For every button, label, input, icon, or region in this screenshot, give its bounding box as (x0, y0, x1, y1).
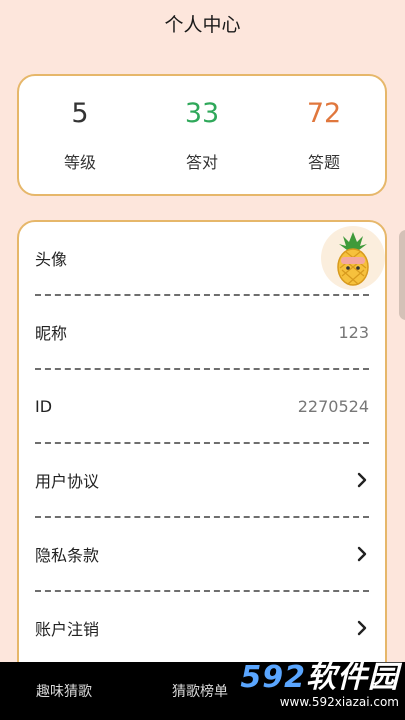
id-value: 2270524 (297, 396, 369, 416)
privacy-policy-label: 隐私条款 (35, 546, 100, 565)
stat-correct: 33 答对 (147, 97, 257, 173)
page-title: 个人中心 (0, 0, 405, 46)
avatar-row[interactable]: 头像 (35, 222, 385, 296)
stat-level-value: 5 (71, 98, 89, 129)
profile-card: 头像 昵称 123 ID 2270524 用户协议 隐私条款 账户注销 (17, 220, 387, 690)
chevron-right-icon (355, 620, 369, 636)
watermark-logo: 592软件园 www.592xiazai.com (199, 660, 399, 712)
watermark-number: 592 (240, 660, 306, 695)
account-cancel-row[interactable]: 账户注销 (35, 592, 369, 666)
nickname-value: 123 (338, 322, 369, 342)
user-agreement-label: 用户协议 (35, 472, 100, 491)
avatar[interactable] (321, 226, 385, 290)
chevron-right-icon (355, 472, 369, 488)
stat-answered-value: 72 (306, 98, 342, 129)
stat-level: 5 等级 (25, 97, 135, 173)
watermark-text: 软件园 (306, 660, 399, 695)
nickname-row[interactable]: 昵称 123 (35, 296, 369, 370)
stat-correct-value: 33 (184, 98, 220, 129)
stat-level-label: 等级 (63, 153, 96, 172)
scroll-handle (399, 230, 405, 320)
stats-card: 5 等级 33 答对 72 答题 (17, 74, 387, 196)
account-cancel-label: 账户注销 (35, 620, 100, 639)
watermark-brand: 592软件园 (240, 663, 399, 693)
stat-answered-label: 答题 (307, 153, 340, 172)
chevron-right-icon (355, 546, 369, 562)
pineapple-icon (337, 232, 369, 286)
id-row: ID 2270524 (35, 370, 369, 444)
user-agreement-row[interactable]: 用户协议 (35, 444, 369, 518)
nickname-label: 昵称 (35, 324, 68, 343)
page-title-text: 个人中心 (164, 13, 241, 36)
stat-correct-label: 答对 (185, 153, 218, 172)
avatar-label: 头像 (35, 250, 68, 269)
stat-answered: 72 答题 (269, 97, 379, 173)
tab-fun-guess[interactable]: 趣味猜歌 (36, 681, 92, 701)
bottom-tab-bar: 趣味猜歌 猜歌榜单 592软件园 www.592xiazai.com (0, 662, 405, 720)
id-label: ID (35, 396, 53, 416)
watermark-url: www.592xiazai.com (279, 695, 399, 709)
privacy-policy-row[interactable]: 隐私条款 (35, 518, 369, 592)
